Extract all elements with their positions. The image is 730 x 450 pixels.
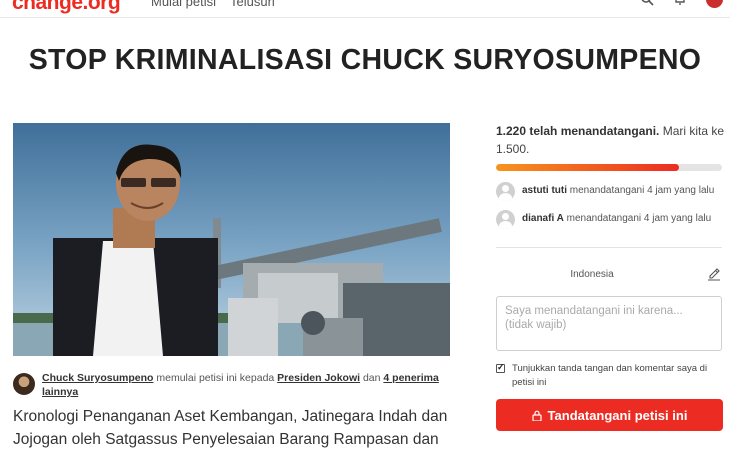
petition-body: Kronologi Penanganan Aset Kembangan, Jat… — [13, 408, 448, 448]
sign-petition-button[interactable]: Tandatangani petisi ini — [496, 399, 723, 431]
signer-avatar-icon — [496, 182, 515, 201]
site-header: change.org Mulai petisi Telusuri — [0, 0, 730, 18]
signature-progress-bar — [496, 164, 722, 171]
recent-signer: astuti tuti menandatangani 4 jam yang la… — [496, 180, 726, 204]
edit-icon[interactable] — [707, 267, 721, 281]
petition-photo — [13, 123, 450, 356]
lock-icon — [531, 410, 542, 421]
search-icon[interactable] — [640, 0, 654, 6]
starter-text: Chuck Suryosumpeno memulai petisi ini ke… — [42, 371, 442, 399]
change-org-logo[interactable]: change.org — [12, 0, 121, 15]
signer-action: menandatangani 4 jam yang lalu — [563, 213, 712, 224]
and-text: dan — [360, 372, 384, 384]
recipient-link[interactable]: Presiden Jokowi — [277, 372, 360, 384]
show-signature-option: Tunjukkan tanda tangan dan komentar saya… — [496, 362, 726, 392]
signature-count: 1.220 telah menandatangani. Mari kita ke… — [496, 122, 726, 158]
recent-signer: dianafi A menandatangani 4 jam yang lalu — [496, 208, 726, 232]
petition-title: STOP KRIMINALISASI CHUCK SURYOSUMPENO — [28, 44, 702, 76]
country-label: Indonesia — [570, 269, 614, 280]
reason-input[interactable] — [496, 296, 722, 351]
bell-icon[interactable] — [673, 0, 687, 6]
signer-action: menandatangani 4 jam yang lalu — [567, 185, 715, 196]
starter-action-text: memulai petisi ini kepada — [153, 372, 278, 384]
nav-start-petition[interactable]: Mulai petisi — [151, 0, 216, 9]
signer-name: dianafi A — [522, 213, 564, 224]
sign-button-label: Tandatangani petisi ini — [547, 407, 688, 423]
user-avatar[interactable] — [706, 0, 723, 8]
signature-progress-fill — [496, 164, 680, 171]
petition-starter: Chuck Suryosumpeno memulai petisi ini ke… — [13, 371, 450, 403]
show-signature-label: Tunjukkan tanda tangan dan komentar saya… — [512, 363, 708, 388]
signer-avatar-icon — [496, 210, 515, 229]
starter-avatar[interactable] — [13, 373, 35, 395]
signer-name: astuti tuti — [522, 185, 567, 196]
starter-name-link[interactable]: Chuck Suryosumpeno — [42, 372, 153, 384]
show-signature-checkbox[interactable] — [496, 362, 505, 373]
divider — [496, 247, 722, 248]
signature-count-value: 1.220 telah menandatangani. — [496, 124, 660, 138]
nav-browse[interactable]: Telusuri — [230, 0, 275, 9]
